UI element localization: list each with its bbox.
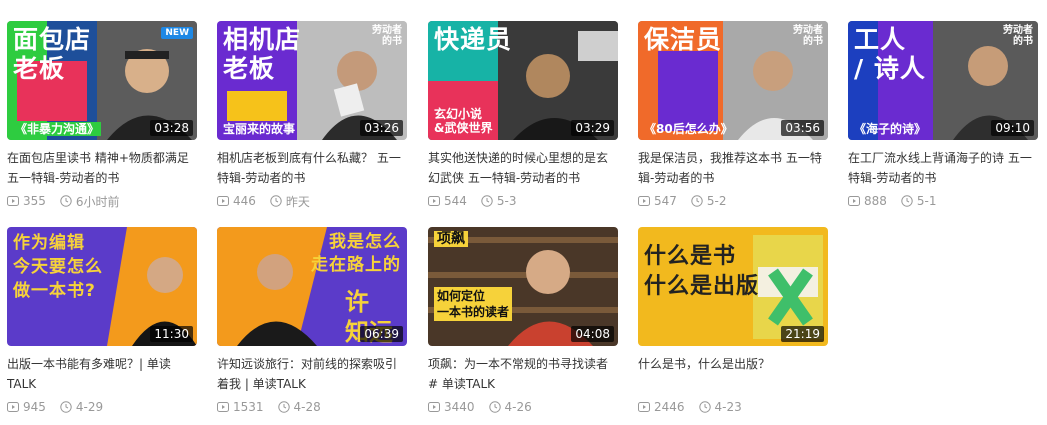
duration-badge: 03:56 (781, 120, 824, 136)
upload-date: 4-28 (293, 400, 321, 414)
duration-badge: 09:10 (991, 120, 1034, 136)
thumbnail-badge: 劳动者 的书 (1003, 25, 1033, 47)
duration-badge: 21:19 (781, 326, 824, 342)
duration-badge: 04:08 (571, 326, 614, 342)
play-count-icon (428, 196, 440, 206)
view-count: 547 (654, 194, 677, 208)
clock-icon (698, 401, 711, 413)
view-count: 1531 (233, 400, 264, 414)
upload-date: 5-3 (496, 194, 517, 208)
upload-date: 6小时前 (75, 194, 120, 209)
play-count-icon (7, 196, 19, 206)
play-count-icon (7, 402, 19, 412)
video-title[interactable]: 相机店老板到底有什么私藏？ 五一特辑-劳动者的书 (217, 148, 407, 188)
video-thumbnail[interactable]: 面包店 老板 《非暴力沟通》 NEW 03:28 (7, 21, 197, 140)
clock-icon (481, 195, 493, 207)
upload-date: 5-2 (706, 194, 727, 208)
video-title[interactable]: 在工厂流水线上背诵海子的诗 五一特辑-劳动者的书 (848, 148, 1038, 188)
play-count-icon (848, 196, 860, 206)
video-title[interactable]: 项飙：为一本不常规的书寻找读者# 单读TALK (428, 354, 618, 394)
video-card-4[interactable]: 保洁员 《80后怎么办》 劳动者 的书 03:56 我是保洁员，我推荐这本书 五… (638, 21, 828, 210)
clock-icon (277, 401, 290, 413)
view-count: 888 (864, 194, 887, 208)
view-count: 2446 (654, 400, 685, 414)
view-count: 3440 (444, 400, 475, 414)
new-badge: NEW (161, 27, 193, 39)
duration-badge: 03:28 (150, 120, 193, 136)
video-thumbnail[interactable]: 作为编辑 今天要怎么 做一本书? 11:30 (7, 227, 197, 346)
video-card-5[interactable]: 工人 / 诗人 《海子的诗》 劳动者 的书 09:10 在工厂流水线上背诵海子的… (848, 21, 1038, 210)
thumbnail-subtitle: 玄幻小说 &武侠世界 (434, 107, 493, 135)
clock-icon (901, 195, 913, 207)
video-card-7[interactable]: 我是怎么 走在路上的 许 知远 06:39 许知远谈旅行：对前线的探索吸引着我 … (217, 227, 407, 416)
thumbnail-title: 什么是书 什么是出版 (644, 243, 760, 299)
upload-date: 4-23 (714, 400, 742, 414)
thumbnail-title: 相机店 老板 (223, 25, 302, 83)
video-thumbnail[interactable]: 保洁员 《80后怎么办》 劳动者 的书 03:56 (638, 21, 828, 140)
upload-date: 4-26 (504, 400, 532, 414)
clock-icon (270, 195, 282, 207)
video-title[interactable]: 出版一本书能有多难呢？| 单读TALK (7, 354, 197, 394)
thumbnail-title: 面包店 老板 (13, 25, 92, 83)
play-count-icon (638, 196, 650, 206)
thumbnail-subtitle: 《非暴力沟通》 (13, 122, 102, 136)
clock-icon (60, 401, 72, 413)
video-title[interactable]: 许知远谈旅行：对前线的探索吸引着我 | 单读TALK (217, 354, 407, 394)
clock-icon (60, 195, 72, 207)
play-count-icon (217, 196, 229, 206)
clock-icon (691, 195, 703, 207)
thumbnail-title: 我是怎么 走在路上的 (311, 232, 401, 275)
thumbnail-title: 保洁员 (644, 25, 723, 54)
thumbnail-subtitle: 《80后怎么办》 (644, 122, 733, 136)
video-card-1[interactable]: 面包店 老板 《非暴力沟通》 NEW 03:28 在面包店里读书 精神+物质都满… (7, 21, 197, 210)
thumbnail-badge: 劳动者 的书 (793, 25, 823, 47)
video-thumbnail[interactable]: 项飙 如何定位 一本书的读者 04:08 (428, 227, 618, 346)
view-count: 446 (233, 194, 256, 208)
video-title[interactable]: 其实他送快递的时候心里想的是玄幻武侠 五一特辑-劳动者的书 (428, 148, 618, 188)
thumbnail-title: 快递员 (434, 25, 513, 54)
thumbnail-title: 工人 / 诗人 (854, 25, 926, 83)
upload-date: 4-29 (75, 400, 104, 414)
video-card-2[interactable]: 相机店 老板 宝丽来的故事 劳动者 的书 03:26 相机店老板到底有什么私藏？… (217, 21, 407, 210)
thumbnail-subtitle: 《海子的诗》 (854, 122, 927, 136)
play-count-icon (217, 402, 229, 412)
video-card-3[interactable]: 快递员 玄幻小说 &武侠世界 03:29 其实他送快递的时候心里想的是玄幻武侠 … (428, 21, 618, 210)
video-thumbnail[interactable]: 什么是书 什么是出版 21:19 (638, 227, 828, 346)
duration-badge: 03:26 (360, 120, 403, 136)
thumbnail-title: 项飙 (434, 231, 468, 247)
video-thumbnail[interactable]: 我是怎么 走在路上的 许 知远 06:39 (217, 227, 407, 346)
thumbnail-subtitle: 宝丽来的故事 (223, 122, 296, 136)
thumbnail-title: 作为编辑 今天要怎么 做一本书? (13, 233, 103, 301)
video-thumbnail[interactable]: 工人 / 诗人 《海子的诗》 劳动者 的书 09:10 (848, 21, 1038, 140)
upload-date: 5-1 (916, 194, 937, 208)
duration-badge: 11:30 (150, 326, 193, 342)
video-thumbnail[interactable]: 相机店 老板 宝丽来的故事 劳动者 的书 03:26 (217, 21, 407, 140)
play-count-icon (638, 402, 650, 412)
clock-icon (488, 401, 501, 413)
thumbnail-subtitle: 如何定位 一本书的读者 (434, 287, 513, 321)
play-count-icon (428, 402, 440, 412)
duration-badge: 06:39 (360, 326, 403, 342)
view-count: 945 (23, 400, 46, 414)
duration-badge: 03:29 (571, 120, 614, 136)
upload-date: 昨天 (285, 194, 310, 209)
video-card-8[interactable]: 项飙 如何定位 一本书的读者 04:08 项飙：为一本不常规的书寻找读者# 单读… (428, 227, 618, 416)
view-count: 544 (444, 194, 467, 208)
video-title[interactable]: 在面包店里读书 精神+物质都满足 五一特辑-劳动者的书 (7, 148, 197, 188)
view-count: 355 (23, 194, 46, 208)
video-card-6[interactable]: 作为编辑 今天要怎么 做一本书? 11:30 出版一本书能有多难呢？| 单读TA… (7, 227, 197, 416)
thumbnail-badge: 劳动者 的书 (372, 25, 402, 47)
video-title[interactable]: 我是保洁员，我推荐这本书 五一特辑-劳动者的书 (638, 148, 828, 188)
video-thumbnail[interactable]: 快递员 玄幻小说 &武侠世界 03:29 (428, 21, 618, 140)
video-card-9[interactable]: 什么是书 什么是出版 21:19 什么是书，什么是出版？ 2446 4-23 (638, 227, 828, 416)
video-title[interactable]: 什么是书，什么是出版？ (638, 354, 828, 394)
